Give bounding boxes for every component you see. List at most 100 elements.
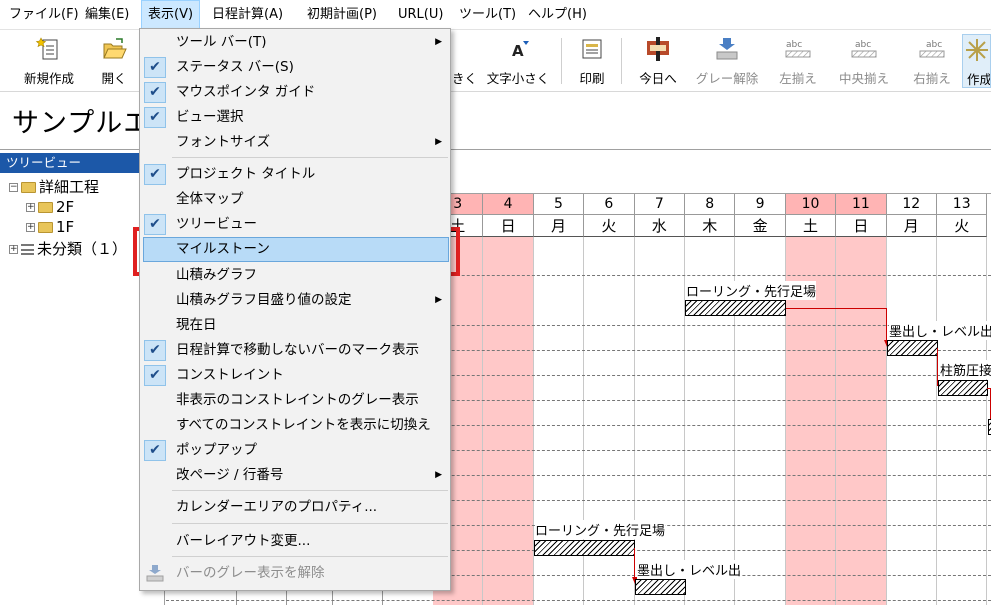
menu-item-milestone[interactable]: マイルストーン (143, 237, 449, 262)
ungray-button[interactable]: グレー解除 (692, 34, 762, 88)
menu-item-stacked-graph[interactable]: 山積みグラフ (140, 263, 450, 288)
checkmark-icon: ✔ (144, 214, 166, 235)
list-icon (21, 244, 34, 255)
menu-item-label: 現在日 (176, 317, 217, 333)
menu-file[interactable]: ファイル(F) (3, 0, 85, 30)
menu-separator (172, 523, 448, 524)
expand-icon[interactable]: + (9, 245, 18, 254)
open-folder-icon (103, 38, 127, 59)
create-button[interactable]: 作成 (962, 34, 991, 88)
day-weekday: 木 (685, 215, 736, 237)
menu-url[interactable]: URL(U) (392, 0, 449, 30)
day-weekday: 月 (886, 215, 937, 237)
menu-item-mouse-pointer-guide[interactable]: ✔ マウスポインタ ガイド (140, 80, 450, 105)
menu-bar: ファイル(F) 編集(E) 表示(V) 日程計算(A) 初期計画(P) URL(… (0, 0, 991, 30)
gantt-bar[interactable] (685, 300, 786, 316)
constraint-link (987, 388, 991, 423)
menu-initial-plan[interactable]: 初期計画(P) (301, 0, 383, 30)
tree-node-label: 未分類（１） (37, 240, 128, 258)
day-number: 8 (685, 194, 736, 215)
align-right-label: 右揃え (913, 71, 951, 86)
menu-item-statusbar[interactable]: ✔ ステータス バー(S) (140, 55, 450, 80)
menu-help[interactable]: ヘルプ(H) (522, 0, 593, 30)
bar-label: 墨出し・レベル出 (637, 560, 742, 579)
day-weekday: 日 (483, 215, 534, 237)
gantt-bar[interactable] (938, 380, 988, 396)
collapse-icon[interactable]: − (9, 183, 18, 192)
menu-item-constraint[interactable]: ✔ コンストレイント (140, 363, 450, 388)
align-right-button[interactable]: abc 右揃え (904, 34, 960, 88)
project-title[interactable]: サンプルエ (12, 101, 151, 140)
menu-item-page-break-line-number[interactable]: 改ページ / 行番号 ▶ (140, 463, 450, 488)
menu-item-calendar-area-properties[interactable]: カレンダーエリアのプロパティ... (140, 495, 450, 520)
menu-separator (172, 556, 448, 557)
checkmark-icon: ✔ (144, 57, 166, 78)
ungray-label: グレー解除 (695, 71, 759, 86)
menu-item-project-title[interactable]: ✔ プロジェクト タイトル (140, 162, 450, 187)
menu-item-view-select[interactable]: ✔ ビュー選択 (140, 105, 450, 130)
menu-item-fixed-bar-mark[interactable]: ✔ 日程計算で移動しないバーのマーク表示 (140, 338, 450, 363)
print-button[interactable]: 印刷 (570, 34, 614, 88)
day-weekday: 火 (584, 215, 635, 237)
day-weekday: 月 (533, 215, 585, 237)
tree-node-2f[interactable]: +2F (26, 197, 74, 217)
menu-item-overall-map[interactable]: 全体マップ (140, 187, 450, 212)
menu-item-label: 日程計算で移動しないバーのマーク表示 (176, 342, 419, 358)
view-menu-dropdown: ツール バー(T) ▶ ✔ ステータス バー(S) ✔ マウスポインタ ガイド ✔ ビュー選択… (139, 28, 451, 591)
menu-item-stacked-graph-scale[interactable]: 山積みグラフ目盛り値の設定 ▶ (140, 288, 450, 313)
expand-icon[interactable]: + (26, 223, 35, 232)
today-button[interactable]: 今日へ (630, 34, 686, 88)
gantt-bar[interactable] (635, 579, 686, 595)
gantt-bar[interactable] (534, 540, 635, 556)
constraint-link (786, 308, 887, 345)
print-label: 印刷 (579, 71, 605, 86)
menu-item-label: プロジェクト タイトル (176, 166, 316, 182)
menu-item-toolbar[interactable]: ツール バー(T) ▶ (140, 30, 450, 55)
expand-icon[interactable]: + (26, 203, 35, 212)
menu-edit[interactable]: 編集(E) (79, 0, 135, 30)
day-number: 9 (735, 194, 786, 215)
menu-item-label: マイルストーン (176, 241, 270, 257)
today-label: 今日へ (639, 71, 677, 86)
day-number: 6 (584, 194, 635, 215)
align-center-icon: abc (851, 40, 877, 58)
align-center-button[interactable]: abc 中央揃え (832, 34, 896, 88)
menu-item-label: 非表示のコンストレイントのグレー表示 (176, 392, 419, 408)
text-smaller-label: 文字小さく (486, 71, 550, 86)
align-left-button[interactable]: abc 左揃え (770, 34, 826, 88)
menu-item-tree-view[interactable]: ✔ ツリービュー (140, 212, 450, 237)
menu-item-label: マウスポインタ ガイド (176, 84, 316, 100)
tree-node-label: 詳細工程 (39, 178, 100, 196)
create-label: 作成 (967, 72, 990, 87)
open-button[interactable]: 開く (88, 34, 140, 88)
menu-item-show-all-constraints[interactable]: すべてのコンストレイントを表示に切換え (140, 413, 450, 438)
tree-node-detail-process[interactable]: − 詳細工程 (9, 177, 99, 197)
menu-item-bar-layout-change[interactable]: バーレイアウト変更... (140, 529, 450, 554)
text-smaller-button[interactable]: A 文字小さく (482, 34, 554, 88)
folder-icon (21, 182, 36, 193)
checkmark-icon: ✔ (144, 440, 166, 461)
new-file-button[interactable]: 新規作成 (14, 34, 84, 88)
day-number: 4 (483, 194, 534, 215)
menu-item-current-date[interactable]: 現在日 (140, 313, 450, 338)
align-left-icon: abc (785, 40, 811, 58)
print-icon (582, 39, 602, 59)
align-left-label: 左揃え (779, 71, 817, 86)
menu-item-label: ステータス バー(S) (176, 59, 294, 75)
day-weekday: 日 (836, 215, 887, 237)
checkmark-icon: ✔ (144, 164, 166, 185)
menu-view[interactable]: 表示(V) (141, 0, 201, 30)
create-icon (966, 39, 988, 61)
menu-tools[interactable]: ツール(T) (453, 0, 522, 30)
menu-item-popup[interactable]: ✔ ポップアップ (140, 438, 450, 463)
new-file-icon (35, 37, 58, 60)
menu-item-font-size[interactable]: フォントサイズ ▶ (140, 130, 450, 155)
tree-node-1f[interactable]: +1F (26, 217, 74, 237)
text-larger-button[interactable]: きく (452, 34, 477, 88)
menu-schedule-calc[interactable]: 日程計算(A) (206, 0, 289, 30)
align-center-label: 中央揃え (838, 71, 889, 86)
gantt-bar[interactable] (887, 340, 938, 356)
open-label: 開く (101, 71, 127, 86)
menu-item-hidden-constraint-gray[interactable]: 非表示のコンストレイントのグレー表示 (140, 388, 450, 413)
tree-node-uncategorized[interactable]: + 未分類（１） (9, 239, 127, 259)
